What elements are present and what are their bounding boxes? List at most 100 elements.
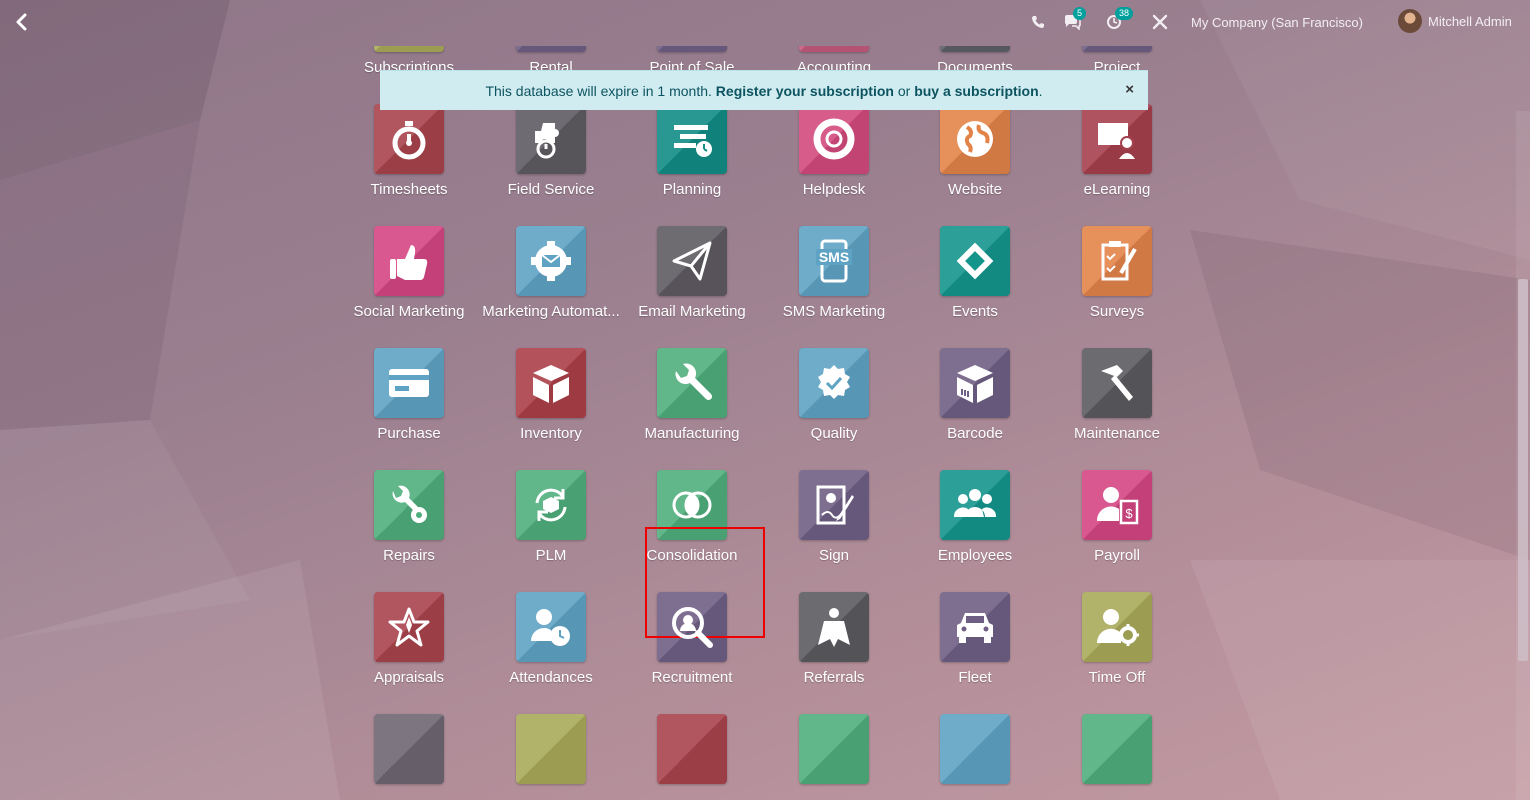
app-field-service[interactable]: Field Service xyxy=(480,104,622,224)
app-email-marketing[interactable]: Email Marketing xyxy=(621,226,763,346)
app-icon xyxy=(374,714,444,784)
app-barcode[interactable]: Barcode xyxy=(904,348,1046,468)
banner-text: This database will expire in 1 month. xyxy=(485,82,712,99)
app-label: Payroll xyxy=(1094,547,1140,564)
accounting-icon xyxy=(799,46,869,52)
project-icon xyxy=(1082,46,1152,52)
app-helpdesk[interactable]: Helpdesk xyxy=(763,104,905,224)
app-label: Timesheets xyxy=(370,181,448,198)
chevron-left-icon xyxy=(16,13,27,31)
svg-text:$: $ xyxy=(1125,506,1133,521)
magnifier-person-icon xyxy=(657,592,727,662)
stopwatch-icon xyxy=(374,104,444,174)
box-icon xyxy=(516,348,586,418)
app-label: Quality xyxy=(810,425,858,442)
buy-subscription-link[interactable]: buy a subscription xyxy=(914,83,1038,99)
app-timesheets[interactable]: Timesheets xyxy=(338,104,480,224)
app-planning[interactable]: Planning xyxy=(621,104,763,224)
app-inventory[interactable]: Inventory xyxy=(480,348,622,468)
app-referrals[interactable]: Referrals xyxy=(763,592,905,712)
car-icon xyxy=(940,592,1010,662)
plm-cycle-icon xyxy=(516,470,586,540)
app-sign[interactable]: Sign xyxy=(763,470,905,590)
app-label: eLearning xyxy=(1083,181,1151,198)
rental-icon xyxy=(516,46,586,52)
app-sms-marketing[interactable]: SMS SMS Marketing xyxy=(763,226,905,346)
app-plm[interactable]: PLM xyxy=(480,470,622,590)
overlapping-circles-icon xyxy=(657,470,727,540)
register-subscription-link[interactable]: Register your subscription xyxy=(716,83,894,99)
credit-card-icon xyxy=(374,348,444,418)
app-quality[interactable]: Quality xyxy=(763,348,905,468)
person-gear-icon xyxy=(1082,592,1152,662)
app-website[interactable]: Website xyxy=(904,104,1046,224)
app-recruitment[interactable]: Recruitment xyxy=(621,592,763,712)
activities-count-badge: 38 xyxy=(1115,7,1134,20)
app-more-3[interactable] xyxy=(763,714,905,800)
app-label: Time Off xyxy=(1088,669,1146,686)
messages-count-badge: 5 xyxy=(1073,7,1087,20)
app-consolidation[interactable]: Consolidation xyxy=(621,470,763,590)
app-employees[interactable]: Employees xyxy=(904,470,1046,590)
app-attendances[interactable]: Attendances xyxy=(480,592,622,712)
banner-or: or xyxy=(897,82,911,99)
app-label: Marketing Automat... xyxy=(482,303,620,320)
app-events[interactable]: Events xyxy=(904,226,1046,346)
app-more-4[interactable] xyxy=(904,714,1046,800)
top-bar: 5 38 My Company (San Francisco) Mitchell… xyxy=(0,0,1530,46)
app-time-off[interactable]: Time Off xyxy=(1046,592,1188,712)
expiration-banner: This database will expire in 1 month. Re… xyxy=(380,70,1148,110)
app-icon xyxy=(940,714,1010,784)
messages-button[interactable]: 5 xyxy=(1060,7,1087,34)
activities-button[interactable]: 38 xyxy=(1102,7,1134,34)
app-icon xyxy=(516,714,586,784)
app-surveys[interactable]: Surveys xyxy=(1046,226,1188,346)
quality-seal-icon xyxy=(799,348,869,418)
app-label: Referrals xyxy=(803,669,865,686)
apps-grid: Subscriptions Rental Point of Sale Accounti… xyxy=(338,46,1188,800)
app-label: PLM xyxy=(535,547,567,564)
app-purchase[interactable]: Purchase xyxy=(338,348,480,468)
app-label: Inventory xyxy=(520,425,582,442)
debug-tools-button[interactable] xyxy=(1148,10,1172,34)
scrollbar[interactable] xyxy=(1516,111,1530,800)
app-repairs[interactable]: Repairs xyxy=(338,470,480,590)
app-label: Employees xyxy=(937,547,1013,564)
app-label: Consolidation xyxy=(646,547,738,564)
field-service-icon xyxy=(516,104,586,174)
app-label: Helpdesk xyxy=(802,181,866,198)
user-name: Mitchell Admin xyxy=(1428,13,1512,29)
app-payroll[interactable]: $ Payroll xyxy=(1046,470,1188,590)
app-label: Field Service xyxy=(507,181,595,198)
app-icon xyxy=(1082,714,1152,784)
app-more-2[interactable] xyxy=(621,714,763,800)
phone-icon xyxy=(1032,16,1044,28)
app-fleet[interactable]: Fleet xyxy=(904,592,1046,712)
app-marketing-automat[interactable]: Marketing Automat... xyxy=(480,226,622,346)
avatar xyxy=(1398,9,1422,33)
app-appraisals[interactable]: Appraisals xyxy=(338,592,480,712)
planning-icon xyxy=(657,104,727,174)
scrollbar-thumb[interactable] xyxy=(1518,279,1528,661)
globe-icon xyxy=(940,104,1010,174)
superhero-icon xyxy=(799,592,869,662)
phone-button[interactable] xyxy=(1026,10,1050,34)
app-more-0[interactable] xyxy=(338,714,480,800)
app-more-1[interactable] xyxy=(480,714,622,800)
app-label: Email Marketing xyxy=(638,303,746,320)
back-button[interactable] xyxy=(8,8,34,36)
app-social-marketing[interactable]: Social Marketing xyxy=(338,226,480,346)
company-switcher[interactable]: My Company (San Francisco) xyxy=(1191,15,1363,30)
people-icon xyxy=(940,470,1010,540)
close-icon[interactable]: × xyxy=(1125,81,1134,98)
app-elearning[interactable]: eLearning xyxy=(1046,104,1188,224)
ticket-icon xyxy=(940,226,1010,296)
user-menu[interactable]: Mitchell Admin xyxy=(1398,8,1512,34)
app-more-5[interactable] xyxy=(1046,714,1188,800)
app-label: Maintenance xyxy=(1074,425,1160,442)
sign-document-icon xyxy=(799,470,869,540)
app-manufacturing[interactable]: Manufacturing xyxy=(621,348,763,468)
checklist-icon xyxy=(1082,226,1152,296)
app-label: Repairs xyxy=(383,547,435,564)
app-maintenance[interactable]: Maintenance xyxy=(1046,348,1188,468)
